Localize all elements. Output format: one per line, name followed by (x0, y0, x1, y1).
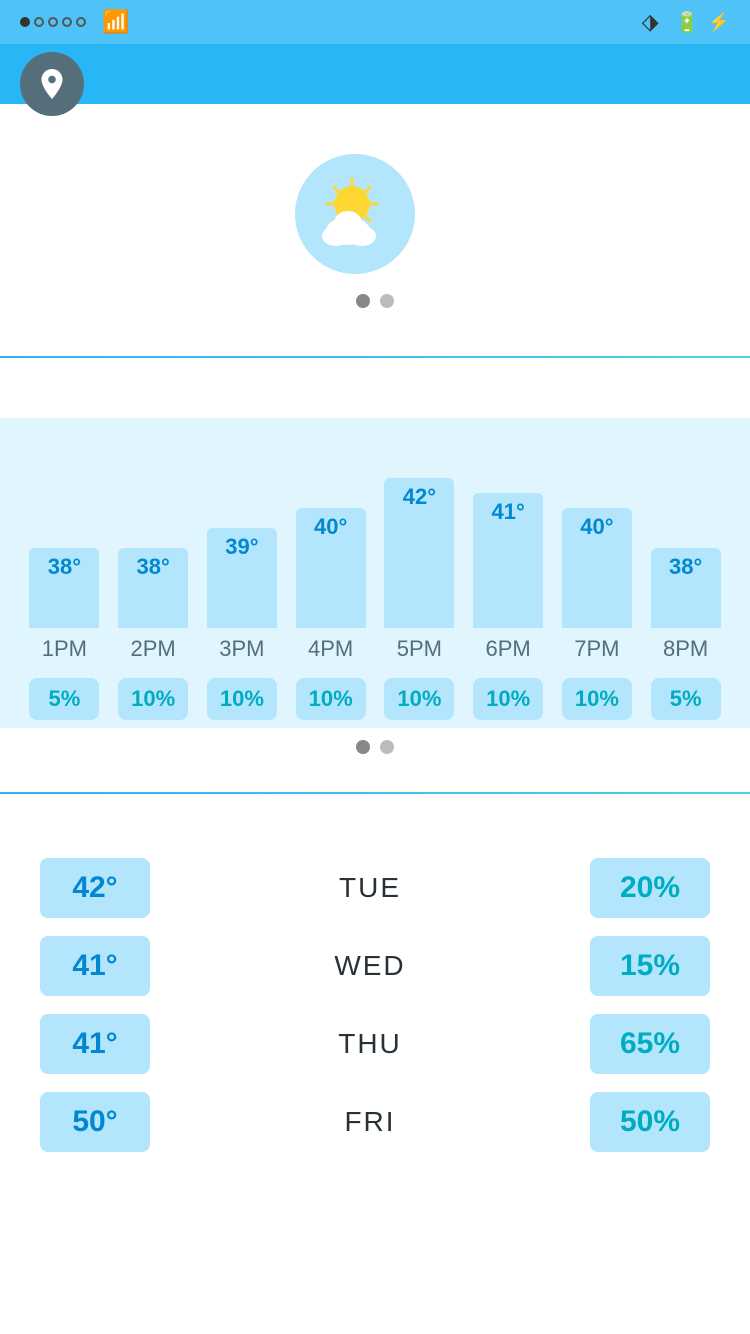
hour-temp-4: 42° (403, 484, 436, 510)
rain-badge-6: 10% (562, 678, 632, 720)
week-temp-3: 50° (40, 1092, 150, 1152)
hour-bar-3: 40° (296, 508, 366, 628)
week-day-3: FRI (150, 1106, 590, 1138)
page-dot-1[interactable] (356, 294, 370, 308)
week-rain-3: 50% (590, 1092, 710, 1152)
signal-dot-2 (34, 17, 44, 27)
hour-bar-2: 39° (207, 528, 277, 628)
hour-label-3: 4PM (296, 632, 366, 666)
page-dots-2 (0, 740, 750, 754)
status-left: 📶 (20, 9, 129, 35)
hour-bar-0: 38° (29, 548, 99, 628)
hour-col-6: 40° (553, 508, 642, 628)
week-day-2: THU (150, 1028, 590, 1060)
sun-cloud-svg (310, 169, 400, 259)
hour-col-1: 38° (109, 548, 198, 628)
hour-col-2: 39° (198, 528, 287, 628)
hour-temp-1: 38° (136, 554, 169, 580)
divider-2 (0, 792, 750, 794)
hour-temp-7: 38° (669, 554, 702, 580)
page-dot-3[interactable] (356, 740, 370, 754)
signal-dots (20, 17, 86, 27)
right-now-section (0, 104, 750, 336)
divider-1 (0, 356, 750, 358)
signal-dot-1 (20, 17, 30, 27)
hour-bar-6: 40° (562, 508, 632, 628)
weather-icon (295, 154, 415, 274)
hour-bar-5: 41° (473, 493, 543, 628)
week-rain-0: 20% (590, 858, 710, 918)
location-bar (0, 44, 750, 104)
charging-icon: ⚡ (708, 12, 730, 33)
rain-badge-1: 10% (118, 678, 188, 720)
page-dot-2[interactable] (380, 294, 394, 308)
hour-col-7: 38° (641, 548, 730, 628)
hour-label-4: 5PM (384, 632, 454, 666)
hour-label-5: 6PM (473, 632, 543, 666)
hourly-bars-container: 38° 38° 39° 40° 42° 41° 40° 38° 1PM 2PM 3PM 4PM 5PM… (0, 418, 750, 728)
hour-label-7: 8PM (651, 632, 721, 666)
next-hours-section: 38° 38° 39° 40° 42° 41° 40° 38° 1PM 2PM 3PM 4PM 5PM… (0, 378, 750, 772)
bluetooth-icon: ⬗ (642, 9, 659, 35)
hour-bar-4: 42° (384, 478, 454, 628)
hour-label-1: 2PM (118, 632, 188, 666)
week-row-2: 41° THU 65% (40, 1014, 710, 1074)
page-dots (40, 294, 710, 308)
rain-badge-3: 10% (296, 678, 366, 720)
week-row-1: 41° WED 15% (40, 936, 710, 996)
rain-badge-4: 10% (384, 678, 454, 720)
hour-temp-0: 38° (48, 554, 81, 580)
hour-temp-5: 41° (491, 499, 524, 525)
hour-label-0: 1PM (29, 632, 99, 666)
week-rain-2: 65% (590, 1014, 710, 1074)
week-temp-0: 42° (40, 858, 150, 918)
signal-dot-3 (48, 17, 58, 27)
hour-temp-6: 40° (580, 514, 613, 540)
rain-badge-5: 10% (473, 678, 543, 720)
hour-temp-2: 39° (225, 534, 258, 560)
week-temp-1: 41° (40, 936, 150, 996)
pin-svg (34, 66, 70, 102)
hour-labels-row: 1PM 2PM 3PM 4PM 5PM 6PM 7PM 8PM (10, 628, 740, 670)
week-rain-1: 15% (590, 936, 710, 996)
hour-bar-7: 38° (651, 548, 721, 628)
hour-bar-1: 38° (118, 548, 188, 628)
hour-col-5: 41° (464, 493, 553, 628)
status-right: ⬗ 🔋 ⚡ (642, 9, 730, 35)
wifi-icon: 📶 (102, 9, 129, 35)
battery-icon: 🔋 (675, 10, 700, 35)
hour-temp-3: 40° (314, 514, 347, 540)
rain-badge-0: 5% (29, 678, 99, 720)
hour-label-2: 3PM (207, 632, 277, 666)
week-row-0: 42° TUE 20% (40, 858, 710, 918)
page-dot-4[interactable] (380, 740, 394, 754)
this-week-section: 42° TUE 20% 41° WED 15% 41° THU 65% 50° … (0, 814, 750, 1190)
location-pin-icon[interactable] (20, 52, 84, 116)
week-temp-2: 41° (40, 1014, 150, 1074)
status-bar: 📶 ⬗ 🔋 ⚡ (0, 0, 750, 44)
hour-col-0: 38° (20, 548, 109, 628)
rain-badge-7: 5% (651, 678, 721, 720)
week-row-3: 50° FRI 50% (40, 1092, 710, 1152)
hourly-rain-row: 5% 10% 10% 10% 10% 10% 10% 5% (10, 670, 740, 728)
hour-col-3: 40° (286, 508, 375, 628)
signal-dot-4 (62, 17, 72, 27)
week-day-1: WED (150, 950, 590, 982)
current-weather (40, 154, 710, 274)
rain-badge-2: 10% (207, 678, 277, 720)
week-day-0: TUE (150, 872, 590, 904)
hour-label-6: 7PM (562, 632, 632, 666)
week-rows: 42° TUE 20% 41° WED 15% 41° THU 65% 50° … (40, 858, 710, 1152)
hourly-chart: 38° 38° 39° 40° 42° 41° 40° 38° (10, 428, 740, 628)
hour-col-4: 42° (375, 478, 464, 628)
signal-dot-5 (76, 17, 86, 27)
